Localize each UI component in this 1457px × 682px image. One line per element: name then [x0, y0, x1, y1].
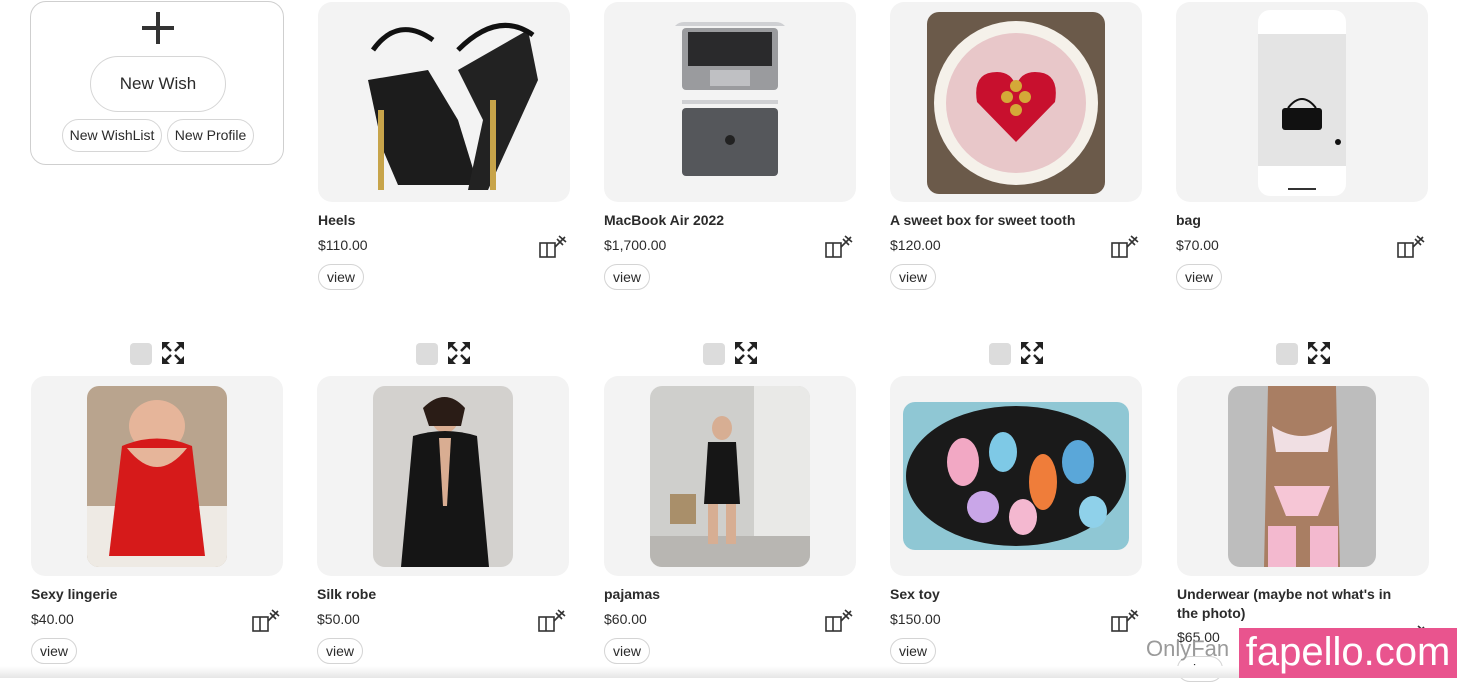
new-profile-button[interactable]: New Profile: [167, 119, 254, 152]
gift-icon[interactable]: [825, 607, 853, 633]
checkbox-icon[interactable]: [703, 343, 725, 365]
product-image-frame[interactable]: [318, 2, 570, 202]
view-button[interactable]: view: [318, 264, 365, 290]
wish-price: $120.00: [890, 237, 941, 253]
new-wish-card: New Wish New WishList New Profile: [30, 1, 284, 165]
gift-icon[interactable]: [538, 607, 566, 633]
wish-price: $50.00: [317, 611, 360, 627]
new-wishlist-button[interactable]: New WishList: [62, 119, 162, 152]
expand-icon[interactable]: [446, 340, 472, 366]
checkbox-icon[interactable]: [130, 343, 152, 365]
checkbox-icon[interactable]: [989, 343, 1011, 365]
gift-icon[interactable]: [1397, 233, 1425, 259]
product-image-frame[interactable]: [31, 376, 283, 576]
view-button[interactable]: view: [317, 638, 364, 664]
wish-title: MacBook Air 2022: [604, 212, 725, 228]
wish-price: $1,700.00: [604, 237, 667, 253]
plus-icon[interactable]: [142, 12, 174, 44]
expand-icon[interactable]: [733, 340, 759, 366]
product-image-frame[interactable]: [890, 2, 1142, 202]
wish-price: $40.00: [31, 611, 74, 627]
wish-price: $150.00: [890, 611, 941, 627]
product-image-frame[interactable]: [604, 376, 856, 576]
view-button[interactable]: view: [604, 264, 651, 290]
wish-price: $70.00: [1176, 237, 1219, 253]
checkbox-icon[interactable]: [1276, 343, 1298, 365]
bag-image: [1258, 10, 1346, 196]
expand-icon[interactable]: [1306, 340, 1332, 366]
wish-title: Sexy lingerie: [31, 586, 118, 602]
checkbox-icon[interactable]: [416, 343, 438, 365]
wish-title: Silk robe: [317, 586, 377, 602]
product-image-frame[interactable]: [317, 376, 569, 576]
gift-icon[interactable]: [1111, 233, 1139, 259]
gift-icon[interactable]: [1111, 607, 1139, 633]
view-button[interactable]: view: [604, 638, 651, 664]
pajamas-image: [650, 386, 810, 567]
gift-icon[interactable]: [539, 233, 567, 259]
macbook-image: [674, 22, 786, 176]
view-button[interactable]: view: [890, 264, 937, 290]
silk-robe-image: [373, 386, 513, 567]
view-button[interactable]: view: [1176, 264, 1223, 290]
new-wish-button[interactable]: New Wish: [90, 56, 226, 112]
product-image-frame[interactable]: [890, 376, 1142, 576]
toy-image: [903, 402, 1129, 550]
underwear-image: [1228, 386, 1376, 567]
product-image-frame[interactable]: [604, 2, 856, 202]
expand-icon[interactable]: [160, 340, 186, 366]
wish-price: $110.00: [318, 237, 368, 253]
view-button[interactable]: view: [890, 638, 937, 664]
brand-watermark: fapello.com: [1239, 628, 1457, 678]
expand-icon[interactable]: [1019, 340, 1045, 366]
heels-image: [338, 10, 550, 194]
watermark-text: OnlyFan: [1146, 636, 1230, 661]
wish-title: Sex toy: [890, 586, 940, 602]
wish-title: bag: [1176, 212, 1201, 228]
lingerie-image: [87, 386, 227, 567]
wish-price: $60.00: [604, 611, 647, 627]
wish-title: A sweet box for sweet tooth: [890, 212, 1076, 228]
gift-icon[interactable]: [252, 607, 280, 633]
wish-title: pajamas: [604, 586, 661, 602]
sweet-box-image: [927, 12, 1105, 194]
wish-title: Heels: [318, 212, 356, 228]
view-button[interactable]: view: [31, 638, 78, 664]
product-image-frame[interactable]: [1176, 2, 1428, 202]
wish-title: Underwear (maybe not what's in the photo…: [1177, 586, 1392, 621]
gift-icon[interactable]: [825, 233, 853, 259]
product-image-frame[interactable]: [1177, 376, 1429, 576]
